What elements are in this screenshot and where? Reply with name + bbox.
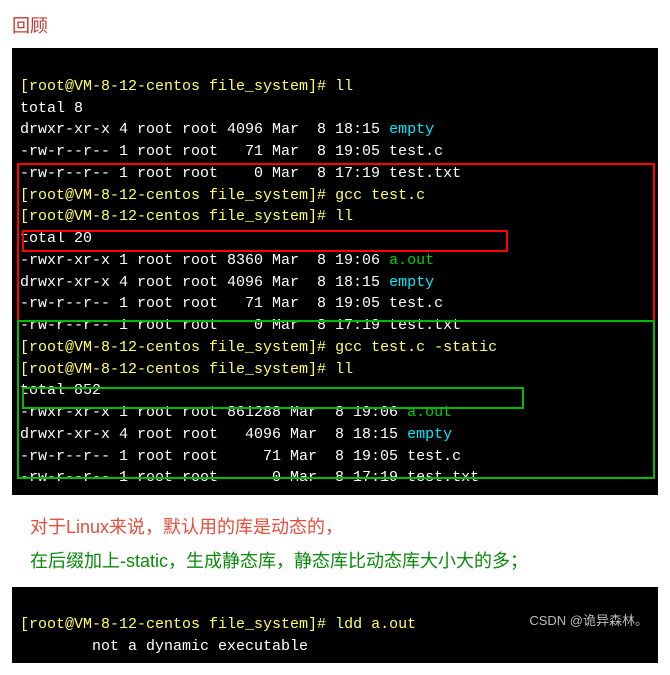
ldd-output: not a dynamic executable: [20, 638, 308, 655]
watermark: CSDN @诡异森林。: [529, 610, 648, 629]
dir-empty: empty: [407, 426, 452, 443]
prompt-line: [root@VM-8-12-centos file_system]# ldd a…: [20, 616, 416, 633]
prompt-line: [root@VM-8-12-centos file_system]# gcc t…: [20, 187, 425, 204]
dir-empty: empty: [389, 121, 434, 138]
ls-line: -rw-r--r-- 1 root root 71 Mar 8 19:05 te…: [20, 295, 443, 312]
dir-empty: empty: [389, 274, 434, 291]
terminal-output: [root@VM-8-12-centos file_system]# ll to…: [12, 48, 658, 495]
ls-line: -rw-r--r-- 1 root root 0 Mar 8 17:19 tes…: [20, 469, 479, 486]
ls-line: -rw-r--r-- 1 root root 0 Mar 8 17:19 tes…: [20, 165, 461, 182]
prompt-line: [root@VM-8-12-centos file_system]# ll: [20, 78, 353, 95]
ls-total: total 852: [20, 382, 101, 399]
prompt-line: [root@VM-8-12-centos file_system]# ll: [20, 361, 353, 378]
prompt-line: [root@VM-8-12-centos file_system]# gcc t…: [20, 339, 497, 356]
ls-line: -rw-r--r-- 1 root root 71 Mar 8 19:05 te…: [20, 448, 461, 465]
file-aout: a.out: [389, 252, 434, 269]
ls-line: -rwxr-xr-x 1 root root 8360 Mar 8 19:06 …: [20, 252, 434, 269]
ls-line: -rw-r--r-- 1 root root 71 Mar 8 19:05 te…: [20, 143, 443, 160]
ls-line: -rw-r--r-- 1 root root 0 Mar 8 17:19 tes…: [20, 317, 461, 334]
ls-line: drwxr-xr-x 4 root root 4096 Mar 8 18:15 …: [20, 426, 452, 443]
page-title: 回顾: [12, 12, 658, 38]
ls-total: total 8: [20, 100, 83, 117]
note-static-lib: 在后缀加上-static，生成静态库，静态库比动态库大小大的多；: [30, 547, 658, 573]
ls-line: drwxr-xr-x 4 root root 4096 Mar 8 18:15 …: [20, 121, 434, 138]
file-aout: a.out: [407, 404, 452, 421]
ls-line: -rwxr-xr-x 1 root root 861288 Mar 8 19:0…: [20, 404, 452, 421]
ls-line: drwxr-xr-x 4 root root 4096 Mar 8 18:15 …: [20, 274, 434, 291]
prompt-line: [root@VM-8-12-centos file_system]# ll: [20, 208, 353, 225]
ls-total: total 20: [20, 230, 92, 247]
note-dynamic-lib: 对于Linux来说，默认用的库是动态的，: [30, 513, 658, 539]
